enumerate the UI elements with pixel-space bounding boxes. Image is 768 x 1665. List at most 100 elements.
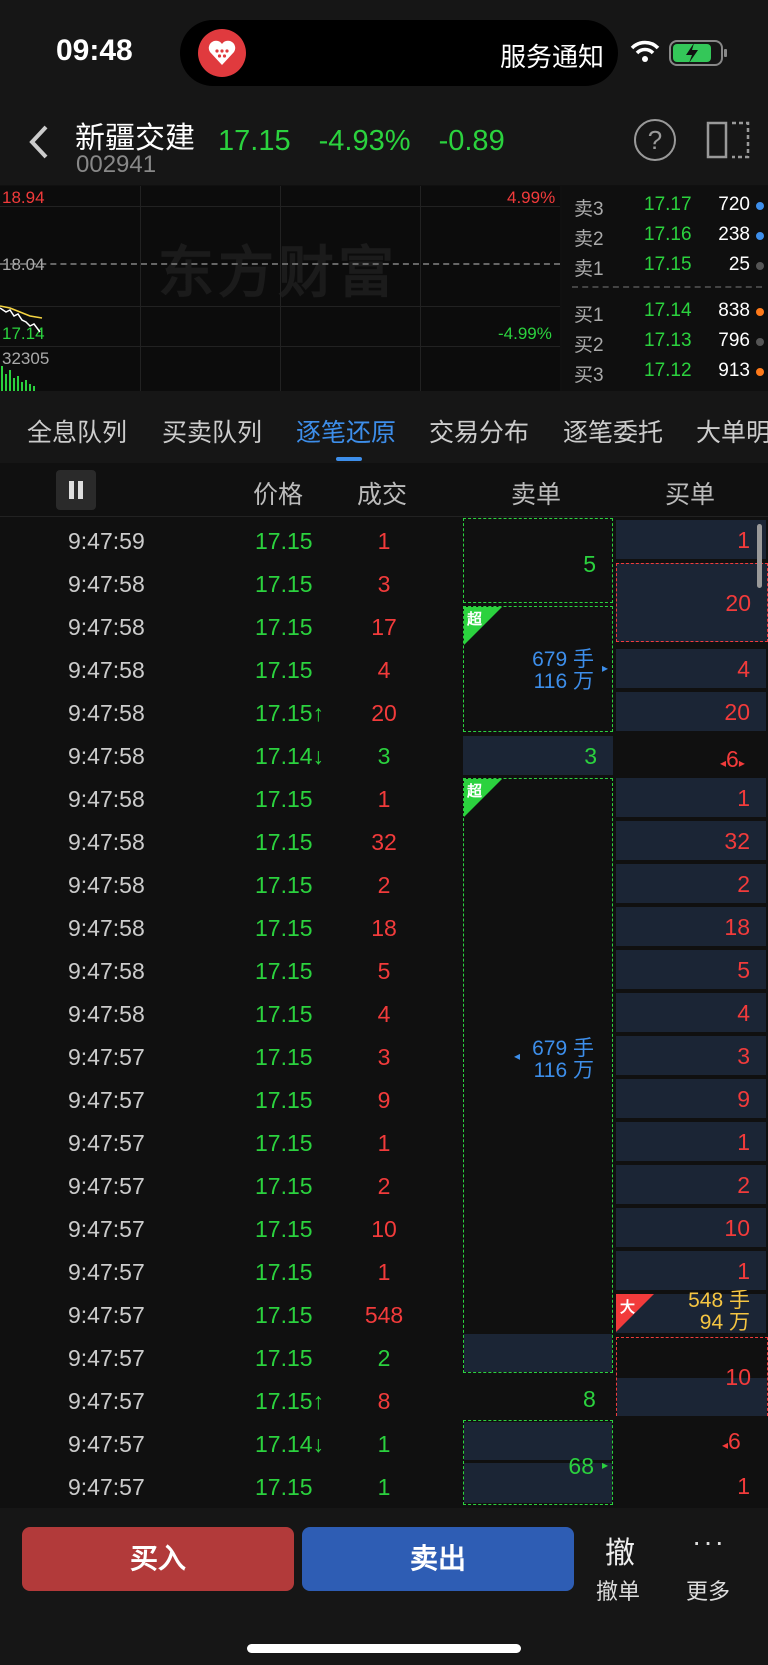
trade-price: 17.15 [255, 1044, 313, 1070]
trade-time: 9:47:58 [68, 829, 145, 855]
trade-time: 9:47:58 [68, 915, 145, 941]
split-layout-icon[interactable] [706, 119, 752, 161]
col-buy: 买单 [665, 481, 716, 509]
chart-mid-price: 18.04 [2, 255, 45, 274]
trade-volume: 548 [364, 1302, 404, 1328]
cancel-order-label[interactable]: 撤单 [596, 1574, 640, 1606]
trade-row: 9:47:57 17.15 1 [0, 1464, 460, 1507]
bid-row-2: 买2 17.13 796 [568, 326, 764, 358]
help-icon[interactable]: ? [634, 119, 676, 161]
column-header: 价格 成交 卖单 买单 [0, 463, 768, 517]
buy-button[interactable]: 买入 [22, 1527, 294, 1591]
sell-button[interactable]: 卖出 [302, 1527, 574, 1591]
back-arrow-icon[interactable] [24, 119, 54, 165]
cancel-order-icon[interactable]: 撤 [600, 1528, 640, 1572]
more-label[interactable]: 更多 [686, 1574, 730, 1606]
trade-time: 9:47:57 [68, 1388, 145, 1414]
tab-bar: 全息队列 买卖队列 逐笔还原 交易分布 逐笔委托 大单明 [0, 391, 768, 463]
trade-time: 9:47:58 [68, 872, 145, 898]
tab-full-queue[interactable]: 全息队列 [27, 413, 127, 449]
dynamic-island[interactable]: 服务通知 [180, 20, 618, 86]
trade-volume: 17 [371, 614, 397, 640]
trade-price: 17.15 [255, 1302, 313, 1328]
ask-row-3: 卖3 17.17 720 [568, 190, 764, 222]
trade-volume: 2 [377, 1173, 391, 1199]
trade-time: 9:47:57 [68, 1216, 145, 1242]
buy-order-cell: 9 [616, 1079, 766, 1118]
trade-volume: 1 [377, 1130, 391, 1156]
col-price: 价格 [253, 481, 304, 509]
trade-price: 17.15 [255, 1474, 313, 1500]
buy-order-cell: 1 [737, 1473, 750, 1499]
trade-volume: 20 [371, 700, 397, 726]
super-order-amount: 679 手 116 万 [532, 1037, 594, 1082]
grid-line [0, 306, 560, 307]
trade-volume: 3 [377, 571, 391, 597]
trade-volume: 1 [377, 1259, 391, 1285]
order-book[interactable]: 卖3 17.17 720 卖2 17.16 238 卖1 17.15 25 买1… [562, 186, 768, 391]
trade-row: 9:47:58 17.14↓ 3 [0, 733, 460, 776]
trade-list[interactable]: 5 超 679 手 116 万 ▸ 3 超 ◂ 679 手 116 万 8 68… [0, 518, 768, 1508]
trade-volume: 2 [377, 872, 391, 898]
col-sell: 卖单 [511, 481, 562, 509]
bottom-action-bar: 买入 卖出 撤 撤单 ··· 更多 [0, 1508, 768, 1665]
trade-time: 9:47:57 [68, 1431, 145, 1457]
tab-bid-ask-queue[interactable]: 买卖队列 [162, 413, 262, 449]
tab-trade-distribution[interactable]: 交易分布 [429, 413, 529, 449]
watermark: 东方财富 [158, 241, 398, 304]
buy-order-box: 20 [616, 563, 768, 642]
stock-price: 17.15 [218, 125, 291, 157]
ask-dot [756, 232, 764, 240]
buy-order-cell: 10 [616, 1208, 766, 1247]
buy-order-cell: 5 [616, 950, 766, 989]
more-icon[interactable]: ··· [692, 1526, 726, 1558]
trade-volume: 1 [377, 1474, 391, 1500]
trade-row: 9:47:58 17.15 2 [0, 862, 460, 905]
trade-time: 9:47:57 [68, 1259, 145, 1285]
big-buy-order: 大 548 手 94 万 [616, 1290, 766, 1334]
chart-low-pct: -4.99% [498, 324, 552, 343]
trade-row: 9:47:57 17.15 10 [0, 1206, 460, 1249]
intraday-mini-chart[interactable]: 东方财富 18.94 4.99% 18.04 17.14 -4.99% 3230… [0, 186, 560, 391]
trade-row: 9:47:58 17.15 3 [0, 561, 460, 604]
trade-price: 17.15 [255, 958, 313, 984]
trade-row: 9:47:58 17.15 4 [0, 647, 460, 690]
buy-order-cell: 1 [616, 1251, 766, 1290]
trade-volume: 18 [371, 915, 397, 941]
buy-order-cell: 1 [616, 778, 766, 817]
trade-time: 9:47:59 [68, 528, 145, 554]
buy-order-cell: 1 [616, 520, 766, 559]
tab-tick-orders[interactable]: 逐笔委托 [563, 413, 663, 449]
trade-volume: 3 [377, 743, 391, 769]
prev-close-line [0, 263, 560, 265]
pause-icon[interactable] [56, 470, 96, 510]
home-indicator[interactable] [247, 1644, 521, 1653]
scrollbar[interactable] [757, 524, 762, 588]
trade-row: 9:47:58 17.15 18 [0, 905, 460, 948]
grid-line [0, 206, 560, 207]
trade-time: 9:47:57 [68, 1087, 145, 1113]
buy-order-cell: 1 [616, 1122, 766, 1161]
order-book-separator [572, 286, 762, 288]
buy-marker: ◂6 [722, 1428, 741, 1454]
bid-dot [756, 368, 764, 376]
bid-row-1: 买1 17.14 838 [568, 296, 764, 328]
trade-volume: 9 [377, 1087, 391, 1113]
trade-price: 17.15 [255, 528, 313, 554]
stock-code: 002941 [76, 151, 157, 178]
sell-order-cell [464, 1334, 612, 1372]
clock: 09:48 [56, 34, 133, 67]
buy-order-box: 10 [616, 1337, 768, 1416]
bid-row-3: 买3 17.12 913 [568, 356, 764, 388]
trade-row: 9:47:57 17.15 2 [0, 1163, 460, 1206]
tab-tick-restore[interactable]: 逐笔还原 [296, 413, 396, 449]
chart-high-pct: 4.99% [507, 188, 556, 207]
trade-time: 9:47:58 [68, 614, 145, 640]
trade-volume: 5 [377, 958, 391, 984]
chart-high-price: 18.94 [2, 188, 45, 207]
trade-time: 9:47:58 [68, 743, 145, 769]
trade-row: 9:47:58 17.15 4 [0, 991, 460, 1034]
wifi-battery-icon [630, 40, 727, 66]
tab-large-orders[interactable]: 大单明 [696, 413, 768, 449]
trade-row: 9:47:58 17.15↑ 20 [0, 690, 460, 733]
